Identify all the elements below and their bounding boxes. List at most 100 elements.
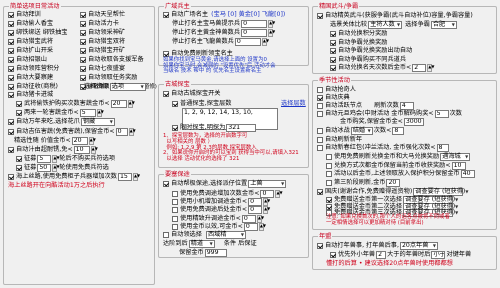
daily-left-item[interactable]: 自动招银山 [8, 56, 47, 64]
wulian-row-checkbox[interactable] [16, 101, 22, 107]
spinner-icon[interactable]: ▲▼ [275, 190, 283, 198]
arena-row[interactable]: 自动争霸兑换奖励出动自动 [330, 47, 412, 55]
arena-checkbox[interactable] [317, 13, 323, 19]
fortress-row-input[interactable]: 0 [260, 190, 275, 198]
jingcai-checkbox[interactable] [317, 128, 323, 134]
haishang-row-checkbox[interactable] [8, 174, 14, 180]
daily-left-item[interactable]: 自动偷人香宝 [8, 20, 53, 28]
spinner-icon[interactable]: ▲▼ [258, 222, 266, 231]
jinbi-input[interactable]: 3000 [403, 118, 424, 126]
plaza-stop-row[interactable]: 停止打名主宝马兽提示兵 0 ▲▼ [172, 20, 275, 28]
fortress-arrive-select[interactable]: 精道 ▼ [188, 240, 215, 248]
liangjia-row-checkbox[interactable] [16, 110, 22, 116]
daily-left-item[interactable]: 绑铁绑送 绑铁抽宝 [8, 29, 67, 37]
shangsheng-row[interactable]: 自动汁由超耐锈,免< 10 ▲▼ [8, 146, 98, 154]
daily-right-item[interactable]: 自动收取各支援军备 [80, 56, 144, 64]
fortress-row-checkbox[interactable] [172, 223, 178, 230]
daily-left-item[interactable]: 自动拜训 [8, 11, 41, 19]
jiaoxian-row-checkbox[interactable] [16, 165, 22, 171]
normal-treasure-row[interactable]: 普通探宝,探宝层数 [172, 100, 231, 108]
arena-auto[interactable]: 自动精英武斗(获服争霸(武斗自动补位)容量,争霸容量) [317, 12, 473, 20]
plaza-stop-input[interactable]: 0 [234, 38, 261, 46]
nian-checkbox[interactable] [317, 243, 323, 249]
youxian-row[interactable]: 优先外小年兽 2 大于的年兽时后 小于5 对键年兽 [330, 251, 471, 259]
daily-left-item[interactable]: 自动扩山开采 [8, 47, 53, 55]
shishen-checkbox[interactable] [317, 111, 323, 117]
daily-right-checkbox[interactable] [80, 39, 86, 45]
arena-row[interactable]: 自动兑换名天次数后金币< 2 ▲▼ [330, 64, 434, 72]
daily-left-item[interactable]: 自动大要察建 [8, 74, 53, 82]
jiaoxian-input[interactable]: 50 [37, 164, 52, 172]
jinbi-row[interactable]: 金币购奖,保留金币金< 3000 [340, 118, 425, 126]
daily-right-checkbox[interactable] [80, 57, 86, 63]
plaza-boss-checkbox[interactable] [163, 12, 169, 18]
xinsheng-row[interactable]: 自动新春红包(冲兰活动, 金币强化次数< 8 [317, 144, 450, 152]
fortress-row[interactable]: 使用免费调途增加次数金币< 0 ▲▼ [172, 190, 283, 198]
limit-treasure-checkbox[interactable] [172, 125, 178, 131]
huoyue-row[interactable]: 自动活跃节点 刷新次数 4 [317, 102, 415, 110]
fortress-row[interactable]: 使用金币以效,可金币< 0 ▲▼ [172, 222, 266, 231]
fortress-row-checkbox[interactable] [172, 199, 178, 206]
plaza-stop-input[interactable]: 0 [241, 29, 268, 37]
xinsheng-sub-row[interactable]: 活动以后金币,上述领取放入保护积分保留金币 40 [326, 170, 476, 178]
seasonal-checkbox-1[interactable] [317, 95, 323, 101]
daily-right-item[interactable]: 自动猎宝双将 [80, 38, 125, 46]
daily-left-item[interactable]: 自动领阵营积分 [8, 65, 59, 73]
daily-left-checkbox[interactable] [8, 21, 14, 27]
fortress-row-checkbox[interactable] [172, 215, 178, 222]
arena-row-checkbox[interactable] [330, 31, 336, 37]
arena-row[interactable]: 自动争霸购买不同兵道兵 [330, 56, 406, 64]
fortress-row-input[interactable]: 0 [248, 206, 263, 215]
jiaoxian-row[interactable]: 征募 50 ▲▼ 轮使用免费兵符选 [16, 164, 109, 172]
xinsheng-sub-checkbox[interactable] [326, 171, 332, 177]
arena-city-select[interactable]: 合肥 ▼ [430, 21, 457, 29]
haishang-row[interactable]: 海上丝路,使用免费柜子兵器增加次数 15 ▲▼ [8, 173, 140, 181]
xinsheng-sub-checkbox[interactable] [326, 179, 332, 186]
normal-treasure-checkbox[interactable] [172, 101, 178, 107]
daily-right-item[interactable]: 自动领取任务奖励 [80, 74, 138, 82]
choose-floor-row[interactable]: 选择层数 [281, 100, 306, 108]
xinsheng-sub-checkbox[interactable] [326, 162, 332, 169]
xinsheng-input[interactable]: 8 [436, 144, 449, 152]
arena-row[interactable]: 自动争霸兑换奖励 [330, 39, 388, 47]
xinsheng-sub-checkbox[interactable] [326, 154, 332, 160]
plaza-stop-row[interactable]: 停止打名主黄金神兽数兵 0 ▲▼ [172, 29, 275, 37]
xinsheng-sub-input[interactable]: 40 [460, 170, 475, 178]
seasonal-row-0[interactable]: 自动抢奇人 [317, 86, 356, 94]
spinner-icon[interactable]: ▲▼ [96, 109, 104, 117]
daily-left-checkbox[interactable] [8, 75, 14, 81]
shangsong-checkbox[interactable] [317, 137, 323, 143]
wulian-input[interactable]: 20 [110, 100, 127, 108]
daily-right-checkbox[interactable] [80, 30, 86, 36]
daily-left-checkbox[interactable] [8, 12, 14, 18]
guoqing-row[interactable]: 国庆(谢谢合作,免费赠得遥资物) 调查要存 (短获得) ▼ [317, 188, 468, 196]
daily-right-checkbox[interactable] [80, 48, 86, 54]
plaza-stop-input[interactable]: 0 [241, 20, 268, 28]
jinjia-row[interactable]: 自动猪卡进城 [8, 91, 53, 99]
fortress-row-input[interactable]: 0 [243, 222, 258, 231]
daily-right-checkbox[interactable] [80, 12, 86, 18]
jingcai-row[interactable]: 自动冰战 结婚 ▼ 次数< 8 [317, 127, 405, 135]
daily-left-checkbox[interactable] [8, 30, 14, 36]
fortress-select-dropdown[interactable]: 西域精 ▼ [205, 231, 246, 239]
fortress-position-select[interactable]: 上兽 ▼ [248, 180, 287, 188]
arena-row-checkbox[interactable] [330, 39, 336, 46]
dezhao-input[interactable]: 5 [37, 155, 52, 163]
fortress-row[interactable]: 使用精致升调途金币< 0 ▲▼ [172, 214, 264, 223]
jingying-row[interactable]: 自动吉伍害蔬(免费害蔬),保留金币< 0 ▲▼ [8, 128, 136, 136]
arena-hero-row[interactable]: 选景关体比较 主将人数 ▼ 选择争霸 合肥 ▼ [330, 21, 458, 29]
fortress-row-checkbox[interactable] [172, 207, 178, 214]
fortress-arrive-row[interactable]: 达阶到后 精道 ▼ 条件 后保证 [163, 240, 257, 248]
plaza-stop-row[interactable]: 停止打名主飞龍兽数兵 0 ▲▼ [172, 38, 269, 46]
daily-right-checkbox[interactable] [80, 21, 86, 27]
spinner-icon[interactable]: ▲▼ [256, 214, 264, 223]
fortress-select-checkbox[interactable] [163, 232, 169, 238]
nian-select[interactable]: 20点年兽 ▼ [399, 242, 438, 250]
youxian-checkbox[interactable] [330, 252, 336, 258]
dezhao-row[interactable]: 征募 5 ▲▼ 轮后不购买兵符选项 [16, 155, 115, 163]
ancient-city-auto[interactable]: 自动古城探宝开关 [163, 90, 221, 98]
seasonal-checkbox-0[interactable] [317, 87, 323, 93]
fortress-row[interactable]: 使用小机增加调途金币< 0 ▲▼ [172, 198, 270, 207]
fortress-auto[interactable]: 自动帮极保途,选择派仔位置 上兽 ▼ [163, 180, 287, 188]
liangjia-row[interactable]: 两来一轮害蔬金币< 5 ▲▼ [16, 109, 104, 117]
